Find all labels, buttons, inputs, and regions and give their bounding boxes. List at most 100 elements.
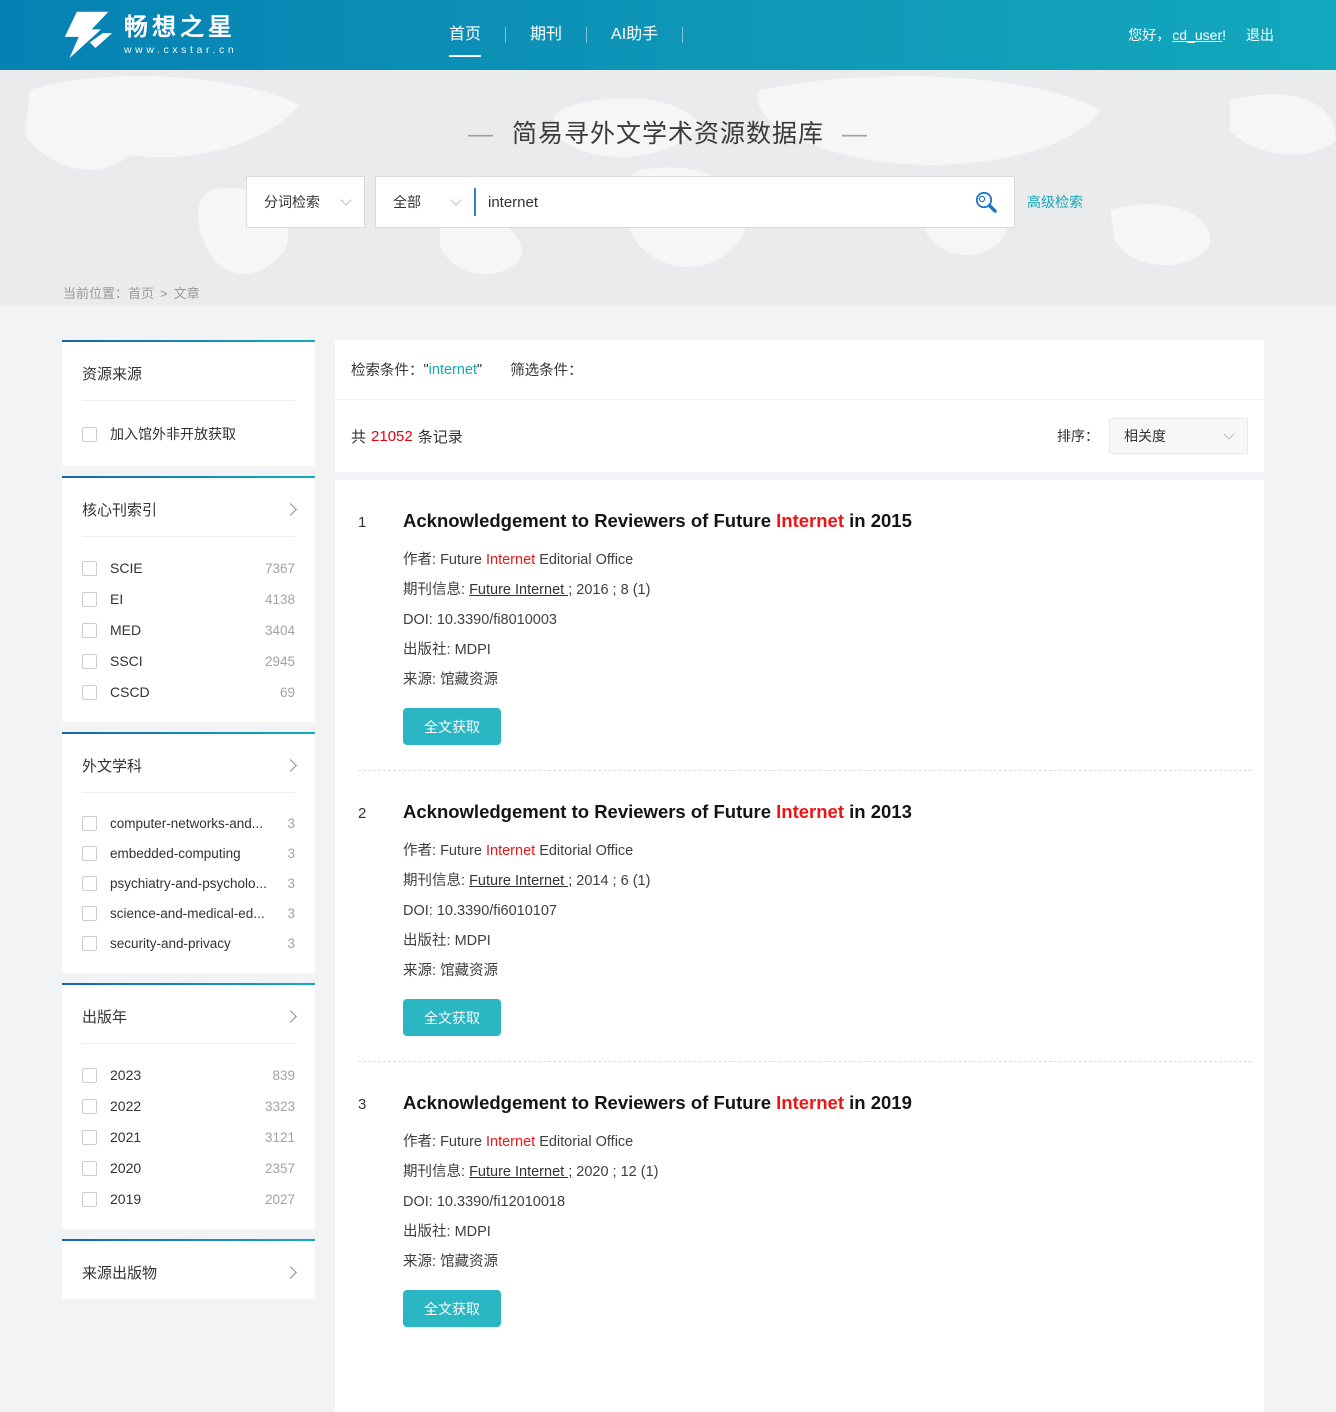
journal-link[interactable]: Future Internet ; (469, 873, 572, 889)
title-highlight: Internet (776, 801, 844, 822)
filter-option-count: 4138 (261, 592, 295, 607)
checkbox-icon[interactable] (82, 561, 97, 576)
username-link[interactable]: cd_user (1172, 27, 1222, 43)
filter-option-count: 3 (283, 936, 295, 951)
nav-journals-label: 期刊 (530, 26, 562, 43)
filter-option[interactable]: computer-networks-and... 3 (82, 816, 295, 831)
breadcrumb-home-link[interactable]: 首页 (128, 286, 154, 301)
logo-title: 畅想之星 (124, 15, 237, 41)
checkbox-icon[interactable] (82, 623, 97, 638)
doi-line: DOI: 10.3390/fi6010107 (403, 896, 1234, 926)
filter-option[interactable]: security-and-privacy 3 (82, 936, 295, 951)
search-input[interactable] (476, 177, 958, 227)
filter-option-label: 2020 (110, 1160, 141, 1176)
fulltext-button[interactable]: 全文获取 (403, 708, 501, 745)
filter-option-count: 3404 (261, 623, 295, 638)
checkbox-icon[interactable] (82, 1099, 97, 1114)
checkbox-icon[interactable] (82, 906, 97, 921)
checkbox-icon[interactable] (82, 1130, 97, 1145)
source-line: 来源: 馆藏资源 (403, 1247, 1234, 1277)
filter-option[interactable]: CSCD 69 (82, 684, 295, 700)
checkbox-icon[interactable] (82, 685, 97, 700)
filter-option[interactable]: 2020 2357 (82, 1160, 295, 1176)
filter-option[interactable]: 2023 839 (82, 1067, 295, 1083)
checkbox-icon[interactable] (82, 816, 97, 831)
checkbox-icon[interactable] (82, 654, 97, 669)
result-item: 2 Acknowledgement to Reviewers of Future… (335, 771, 1264, 1036)
filter-option[interactable]: EI 4138 (82, 591, 295, 607)
checkbox-icon[interactable] (82, 1192, 97, 1207)
sort-select[interactable]: 相关度 (1109, 418, 1248, 454)
greeting-text: 您好， (1128, 25, 1170, 45)
checkbox-icon[interactable] (82, 1068, 97, 1083)
section-header[interactable]: 来源出版物 (62, 1241, 315, 1299)
nav-item-ai-assistant[interactable]: AI助手 (587, 0, 682, 70)
filter-option-label: security-and-privacy (110, 936, 231, 951)
checkbox-icon[interactable] (82, 876, 97, 891)
search-field-select[interactable]: 全部 (376, 192, 474, 212)
checkbox-icon[interactable] (82, 592, 97, 607)
checkbox-icon[interactable] (82, 427, 97, 442)
journal-link[interactable]: Future Internet ; (469, 1164, 572, 1180)
filter-option[interactable]: 加入馆外非开放获取 (82, 424, 295, 444)
source-line: 来源: 馆藏资源 (403, 956, 1234, 986)
breadcrumb-current: 文章 (174, 286, 200, 301)
author-line: 作者: Future Internet Editorial Office (403, 545, 1234, 575)
filter-option[interactable]: psychiatry-and-psycholo... 3 (82, 876, 295, 891)
filter-option-label: CSCD (110, 684, 150, 700)
logo[interactable]: 畅想之星 www.cxstar.cn (62, 10, 237, 60)
section-header: 资源来源 (62, 342, 315, 400)
doi-line: DOI: 10.3390/fi8010003 (403, 605, 1234, 635)
filter-option[interactable]: MED 3404 (82, 622, 295, 638)
filter-option-label: psychiatry-and-psycholo... (110, 876, 267, 891)
filter-option-count: 2945 (261, 654, 295, 669)
nav-ai-label: AI助手 (611, 26, 658, 43)
filter-option[interactable]: 2022 3323 (82, 1098, 295, 1114)
logout-link[interactable]: 退出 (1246, 25, 1274, 45)
filter-option[interactable]: embedded-computing 3 (82, 846, 295, 861)
filter-option[interactable]: 2021 3121 (82, 1129, 295, 1145)
search-mode-select[interactable]: 分词检索 (246, 176, 365, 228)
advanced-search-link[interactable]: 高级检索 (1027, 192, 1083, 212)
section-title: 来源出版物 (82, 1262, 157, 1283)
title-text: in 2015 (844, 510, 912, 531)
filter-sidebar: 资源来源 加入馆外非开放获取 核心刊索引 SCIE 7367 (62, 340, 315, 1309)
filter-option[interactable]: SCIE 7367 (82, 560, 295, 576)
checkbox-icon[interactable] (82, 936, 97, 951)
result-item: 3 Acknowledgement to Reviewers of Future… (335, 1062, 1264, 1327)
title-text: Acknowledgement to Reviewers of Future (403, 510, 776, 531)
checkbox-icon[interactable] (82, 846, 97, 861)
filter-option-count: 3121 (261, 1130, 295, 1145)
filter-option-count: 7367 (261, 561, 295, 576)
journal-link[interactable]: Future Internet ; (469, 582, 572, 598)
filter-option-label: 2021 (110, 1129, 141, 1145)
section-title: 核心刊索引 (82, 499, 157, 520)
chevron-right-icon (284, 759, 297, 772)
filter-option-count: 3 (283, 846, 295, 861)
filter-option[interactable]: 2019 2027 (82, 1191, 295, 1207)
filter-option[interactable]: SSCI 2945 (82, 653, 295, 669)
filter-option-label: MED (110, 622, 141, 638)
section-header[interactable]: 核心刊索引 (62, 478, 315, 536)
result-title-link[interactable]: Acknowledgement to Reviewers of Future I… (403, 801, 912, 823)
criteria-query: internet (429, 362, 477, 378)
title-highlight: Internet (776, 510, 844, 531)
filter-option-count: 2357 (261, 1161, 295, 1176)
filter-option[interactable]: science-and-medical-ed... 3 (82, 906, 295, 921)
section-header[interactable]: 外文学科 (62, 734, 315, 792)
result-title-link[interactable]: Acknowledgement to Reviewers of Future I… (403, 1092, 912, 1114)
publisher-line: 出版社: MDPI (403, 635, 1234, 665)
checkbox-icon[interactable] (82, 1161, 97, 1176)
nav-item-journals[interactable]: 期刊 (506, 0, 586, 70)
journal-line: 期刊信息: Future Internet ; 2020 ; 12 (1) (403, 1157, 1234, 1187)
nav-divider (682, 27, 683, 43)
fulltext-button[interactable]: 全文获取 (403, 999, 501, 1036)
search-button[interactable] (958, 177, 1014, 227)
section-header[interactable]: 出版年 (62, 985, 315, 1043)
result-title-link[interactable]: Acknowledgement to Reviewers of Future I… (403, 510, 912, 532)
filter-option-count: 839 (268, 1068, 295, 1083)
filter-option-label: 2022 (110, 1098, 141, 1114)
fulltext-button[interactable]: 全文获取 (403, 1290, 501, 1327)
nav-item-home[interactable]: 首页 (425, 0, 505, 70)
logo-url: www.cxstar.cn (124, 44, 237, 56)
